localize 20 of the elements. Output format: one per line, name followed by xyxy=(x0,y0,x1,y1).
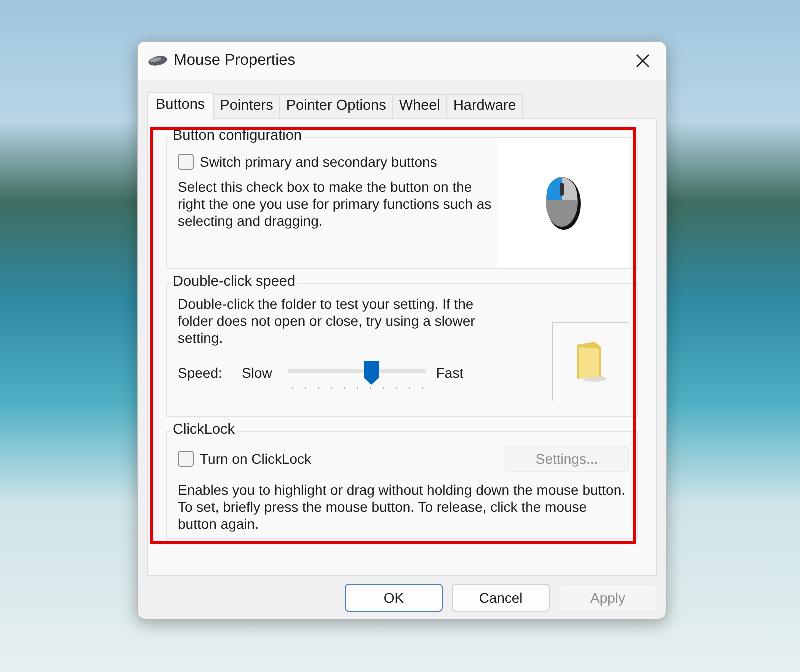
group-title: Double-click speed xyxy=(171,274,298,290)
description-text: Double-click the folder to test your setting. If the folder does not open or close, try using a slower setting. xyxy=(178,296,476,347)
checkbox[interactable] xyxy=(178,451,194,467)
speed-label: Speed: xyxy=(178,365,224,381)
tab[interactable]: Hardware xyxy=(446,94,524,118)
description-text: Enables you to highlight or drag without holding down the mouse button. To set, briefly press the mouse button. To release, click the mouse button again. xyxy=(178,482,626,532)
mouse-icon xyxy=(544,175,582,231)
fast-label: Fast xyxy=(436,365,464,381)
checkbox-label[interactable]: Turn on ClickLock xyxy=(200,451,312,467)
close-icon xyxy=(635,53,651,69)
slider-thumb[interactable] xyxy=(364,361,380,385)
dialog-button[interactable]: OK xyxy=(345,584,443,612)
checkbox[interactable] xyxy=(178,154,194,170)
window-title: Mouse Properties xyxy=(174,52,296,70)
description-text: Select this check box to make the button on the right the one you use for primary functions such as selecting and dragging. xyxy=(178,179,493,230)
tab[interactable]: Buttons xyxy=(147,92,214,119)
mouse-icon xyxy=(148,55,168,67)
checkbox-label[interactable]: Switch primary and secondary buttons xyxy=(200,154,438,170)
dialog-button[interactable]: Cancel xyxy=(452,584,550,612)
slow-label: Slow xyxy=(242,365,272,381)
